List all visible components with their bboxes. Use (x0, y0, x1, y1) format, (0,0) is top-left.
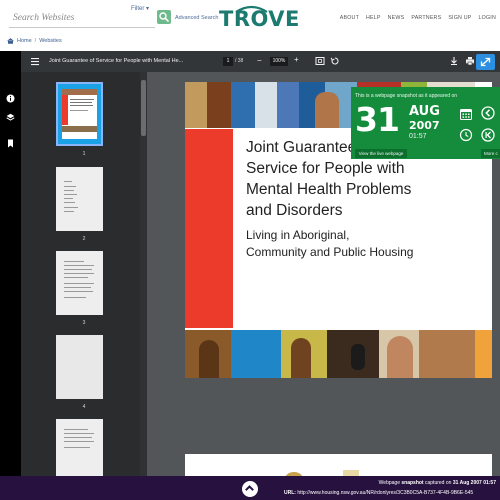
home-icon (7, 38, 14, 44)
filter-dropdown[interactable]: Filter ▾ (131, 5, 149, 12)
cover-title-line-3: Mental Health Problems (246, 181, 412, 198)
scroll-up-button[interactable] (241, 480, 259, 498)
viewer-side-rail (0, 51, 21, 500)
pdf-toolbar: Joint Guarantee of Service for People wi… (21, 51, 500, 72)
zoom-level-input[interactable]: 100% (270, 57, 288, 66)
page-thumbnail-5[interactable] (56, 419, 103, 483)
previous-snapshot-icon[interactable] (481, 106, 495, 120)
calendar-icon[interactable] (459, 107, 473, 121)
cover-title-line-2: Service for People with (246, 160, 405, 177)
capture-snapshot-word: snapshot (401, 480, 424, 486)
page-thumbnail-1[interactable] (56, 82, 103, 146)
page-total: / 38 (235, 58, 243, 64)
nav-news[interactable]: NEWS (388, 15, 405, 21)
filter-label: Filter (131, 6, 145, 12)
clock-icon[interactable] (459, 128, 473, 142)
thumbnail-label-2: 2 (82, 236, 86, 242)
breadcrumb-home[interactable]: Home (17, 38, 32, 44)
thumbnail-label-4: 4 (82, 404, 86, 410)
site-header: Filter ▾ Advanced Search TROVE ABOUT HEL… (0, 0, 500, 36)
capture-date: 31 Aug 2007 01:57 (452, 480, 496, 486)
thumbnail-label-1: 1 (82, 151, 86, 157)
download-icon[interactable] (449, 56, 459, 66)
first-snapshot-icon[interactable] (481, 128, 495, 142)
zoom-out-button[interactable]: − (257, 56, 262, 65)
expand-button[interactable] (476, 54, 495, 70)
expand-arrows-icon (480, 57, 491, 67)
snapshot-time: 01:57 (409, 133, 427, 140)
layers-icon[interactable] (6, 113, 15, 122)
cover-subtitle: Living in Aboriginal, Community and Publ… (246, 227, 476, 261)
thumbnail-scrollbar[interactable] (140, 72, 147, 476)
snapshot-caption: This is a webpage snapshot as it appeare… (355, 93, 458, 99)
pdf-title: Joint Guarantee of Service for People wi… (49, 58, 184, 64)
view-live-webpage-button[interactable]: View the live webpage (355, 149, 407, 158)
rotate-icon[interactable] (330, 56, 340, 66)
snapshot-year: 2007 (409, 119, 440, 132)
nav-sign-up[interactable]: SIGN UP (448, 15, 471, 21)
info-icon[interactable] (6, 94, 15, 103)
page-separator: / (235, 58, 237, 64)
logo-arc-graphic (235, 5, 268, 13)
advanced-search-link[interactable]: Advanced Search (175, 15, 218, 21)
caret-down-icon: ▾ (146, 6, 150, 12)
capture-mid: captured on (425, 480, 452, 486)
capture-url: URL: http://www.housing.nsw.gov.au/NR/rd… (284, 490, 496, 496)
red-accent-bar (185, 129, 233, 328)
page-root: Filter ▾ Advanced Search TROVE ABOUT HEL… (0, 0, 500, 500)
nav-about[interactable]: ABOUT (340, 15, 359, 21)
search-icon (159, 12, 169, 22)
page-number-input[interactable]: 1 (223, 57, 233, 66)
scrollbar-thumb[interactable] (141, 80, 146, 136)
nav-help[interactable]: HELP (366, 15, 381, 21)
chevron-up-icon (245, 485, 254, 491)
top-nav: ABOUT HELP NEWS PARTNERS SIGN UP LOGIN (340, 15, 496, 21)
url-value[interactable]: http://www.housing.nsw.gov.au/NR/rdonlyr… (297, 490, 473, 496)
capture-info: Webpage snapshot captured on 31 Aug 2007… (379, 480, 496, 486)
thumbnail-panel: 1 2 3 4 (21, 72, 147, 500)
breadcrumb-separator: / (34, 38, 37, 44)
search-input[interactable] (9, 8, 127, 28)
snapshot-day: 31 (355, 100, 400, 139)
cover-title-line-4: and Disorders (246, 202, 343, 219)
snapshot-month: AUG (409, 104, 440, 119)
thumbnail-label-3: 3 (82, 320, 86, 326)
search-button[interactable] (157, 10, 171, 24)
url-label: URL: (284, 490, 296, 496)
capture-prefix: Webpage (378, 480, 400, 486)
cover-subtitle-line-2: Community and Public Housing (246, 245, 414, 259)
snapshot-banner: This is a webpage snapshot as it appeare… (351, 87, 500, 159)
zoom-in-button[interactable]: + (294, 55, 299, 64)
cover-subtitle-line-1: Living in Aboriginal, (246, 228, 350, 242)
bookmark-icon[interactable] (6, 139, 15, 148)
menu-icon[interactable] (30, 57, 40, 66)
more-captures-button[interactable]: More c (481, 149, 500, 158)
fit-page-icon[interactable] (315, 56, 325, 66)
nav-partners[interactable]: PARTNERS (411, 15, 441, 21)
page-thumbnail-4[interactable] (56, 335, 103, 399)
breadcrumb: Home / Websites (7, 38, 62, 44)
page-thumbnail-3[interactable] (56, 251, 103, 315)
nav-login[interactable]: LOGIN (479, 15, 496, 21)
page-thumbnail-2[interactable] (56, 167, 103, 231)
print-icon[interactable] (465, 56, 475, 66)
trove-logo[interactable]: TROVE (219, 5, 300, 30)
breadcrumb-websites[interactable]: Websites (39, 38, 62, 44)
bottom-photo-strip (185, 330, 492, 378)
page-total-value: 38 (237, 58, 244, 64)
page-2-preview (185, 454, 492, 476)
